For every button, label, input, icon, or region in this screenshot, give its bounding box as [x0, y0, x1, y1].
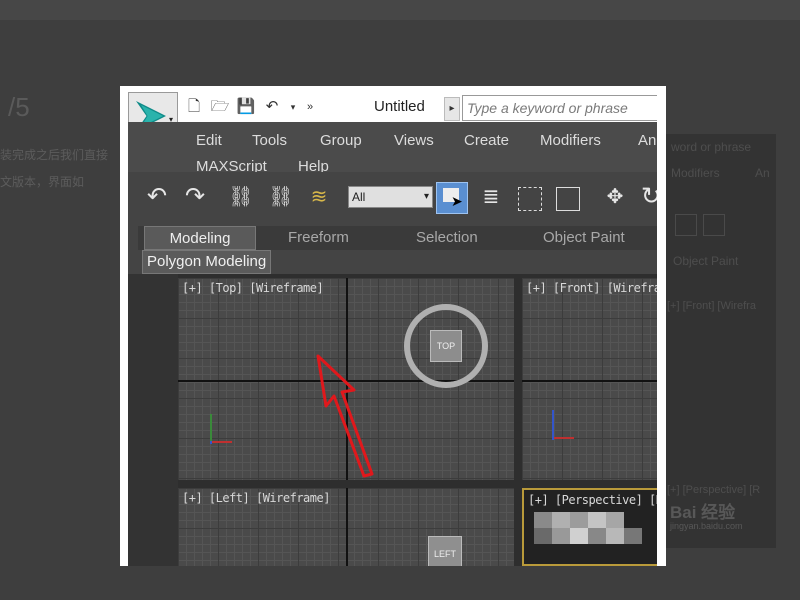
chevron-down-icon: ▾: [423, 191, 429, 202]
viewcube-face[interactable]: LEFT: [428, 536, 462, 566]
ghost-viewport-label: [+] [Front] [Wirefra: [667, 300, 756, 312]
menu-animation[interactable]: An: [638, 132, 656, 149]
search-input[interactable]: [462, 95, 657, 121]
blurred-content: [606, 528, 624, 544]
blurred-content: [534, 528, 552, 544]
left-panel-strip: [128, 274, 178, 566]
viewcube[interactable]: TOP: [404, 304, 488, 388]
annotation-arrow-icon: [316, 354, 374, 478]
blurred-content: [552, 512, 570, 528]
menu-modifiers[interactable]: Modifiers: [540, 132, 601, 149]
viewport-label[interactable]: [+] [Front] [Wirefra: [526, 281, 657, 295]
ghost-viewport-label: [+] [Perspective] [R: [667, 484, 761, 496]
axis-tripod-icon: [210, 414, 232, 444]
redo-icon[interactable]: ↷: [180, 182, 210, 212]
ghost-toolbar-icon: [703, 214, 725, 236]
document-title: Untitled: [374, 98, 425, 115]
dropdown-icon[interactable]: ▾: [288, 97, 298, 117]
select-object-button[interactable]: ➤: [436, 182, 468, 214]
new-file-icon[interactable]: 🗋: [184, 97, 204, 117]
ghost-search-text: word or phrase: [671, 140, 752, 154]
guide-text-line: 文版本，界面如: [0, 175, 85, 189]
subtab-polygon-modeling[interactable]: Polygon Modeling: [142, 250, 272, 274]
blurred-content: [570, 528, 588, 544]
cursor-icon: ➤: [451, 193, 463, 209]
viewport-perspective[interactable]: [+] [Perspective] [R: [522, 488, 657, 566]
page-header-band: [0, 0, 800, 20]
link-icon[interactable]: ⛓: [226, 182, 256, 212]
menu-bar: Edit Tools Group Views Create Modifiers …: [128, 122, 657, 175]
background-app-ghost: word or phrase Modifiers An Object Paint…: [662, 134, 776, 548]
menu-group[interactable]: Group: [320, 132, 362, 149]
open-folder-icon[interactable]: 🗁: [210, 97, 230, 117]
ribbon-tabs: Modeling Freeform Selection Object Paint: [138, 226, 657, 250]
viewport-front[interactable]: [+] [Front] [Wirefra: [522, 278, 657, 480]
blurred-content: [588, 528, 606, 544]
watermark-logo: Bai 经验: [670, 503, 736, 522]
selection-filter-dropdown[interactable]: All ▾: [348, 186, 433, 208]
title-bar: 🗋 🗁 💾 ↶ ▾ » Untitled ▸: [128, 92, 657, 122]
blurred-content: [552, 528, 570, 544]
viewport-label[interactable]: [+] [Left] [Wireframe]: [182, 491, 330, 505]
rotate-icon[interactable]: ↻: [636, 182, 657, 212]
viewport-left[interactable]: [+] [Left] [Wireframe] LEFT: [178, 488, 514, 566]
undo-icon[interactable]: ↶: [142, 182, 172, 212]
ghost-ribbon-tab: Object Paint: [673, 254, 739, 268]
blurred-content: [570, 512, 588, 528]
rectangular-selection-icon[interactable]: [518, 187, 542, 211]
step-counter: /5: [8, 92, 30, 122]
watermark-url: jingyan.baidu.com: [670, 521, 743, 531]
viewport-label[interactable]: [+] [Perspective] [R: [528, 493, 657, 507]
menu-edit[interactable]: Edit: [196, 132, 222, 149]
move-icon[interactable]: ✥: [600, 182, 630, 212]
viewport-label[interactable]: [+] [Top] [Wireframe]: [182, 281, 324, 295]
viewcube-face[interactable]: TOP: [430, 330, 462, 362]
tab-freeform[interactable]: Freeform: [288, 229, 349, 246]
unlink-icon[interactable]: ⛓: [266, 182, 296, 212]
3dsmax-window: 🗋 🗁 💾 ↶ ▾ » Untitled ▸ ▾ Edit Tools Grou…: [128, 92, 657, 566]
more-icon[interactable]: »: [304, 97, 316, 117]
select-by-name-icon[interactable]: ≣: [476, 182, 506, 212]
undo-icon[interactable]: ↶: [262, 97, 282, 117]
grid-axis: [346, 488, 348, 566]
grid-axis: [522, 380, 657, 382]
blurred-content: [534, 512, 552, 528]
blurred-content: [588, 512, 606, 528]
guide-text-line: 装完成之后我们直接: [0, 148, 109, 162]
window-crossing-icon[interactable]: [556, 187, 580, 211]
bind-space-warp-icon[interactable]: ≋: [304, 182, 334, 212]
menu-create[interactable]: Create: [464, 132, 509, 149]
save-icon[interactable]: 💾: [236, 97, 256, 117]
blurred-content: [606, 512, 624, 528]
watermark: Bai 经验 jingyan.baidu.com: [670, 498, 743, 531]
screenshot-card: 🗋 🗁 💾 ↶ ▾ » Untitled ▸ ▾ Edit Tools Grou…: [120, 86, 666, 566]
menu-views[interactable]: Views: [394, 132, 434, 149]
ghost-menu-item: An: [755, 166, 770, 180]
ghost-toolbar-icon: [675, 214, 697, 236]
tab-selection[interactable]: Selection: [416, 229, 478, 246]
tab-object-paint[interactable]: Object Paint: [543, 229, 625, 246]
tab-modeling[interactable]: Modeling: [144, 226, 256, 250]
ghost-menu-item: Modifiers: [671, 166, 720, 180]
axis-tripod-icon: [552, 410, 574, 440]
quick-access-toolbar: 🗋 🗁 💾 ↶ ▾ »: [184, 96, 316, 118]
menu-tools[interactable]: Tools: [252, 132, 287, 149]
selection-filter-value: All: [352, 190, 366, 204]
blurred-content: [624, 528, 642, 544]
search-expand-button[interactable]: ▸: [444, 97, 460, 121]
